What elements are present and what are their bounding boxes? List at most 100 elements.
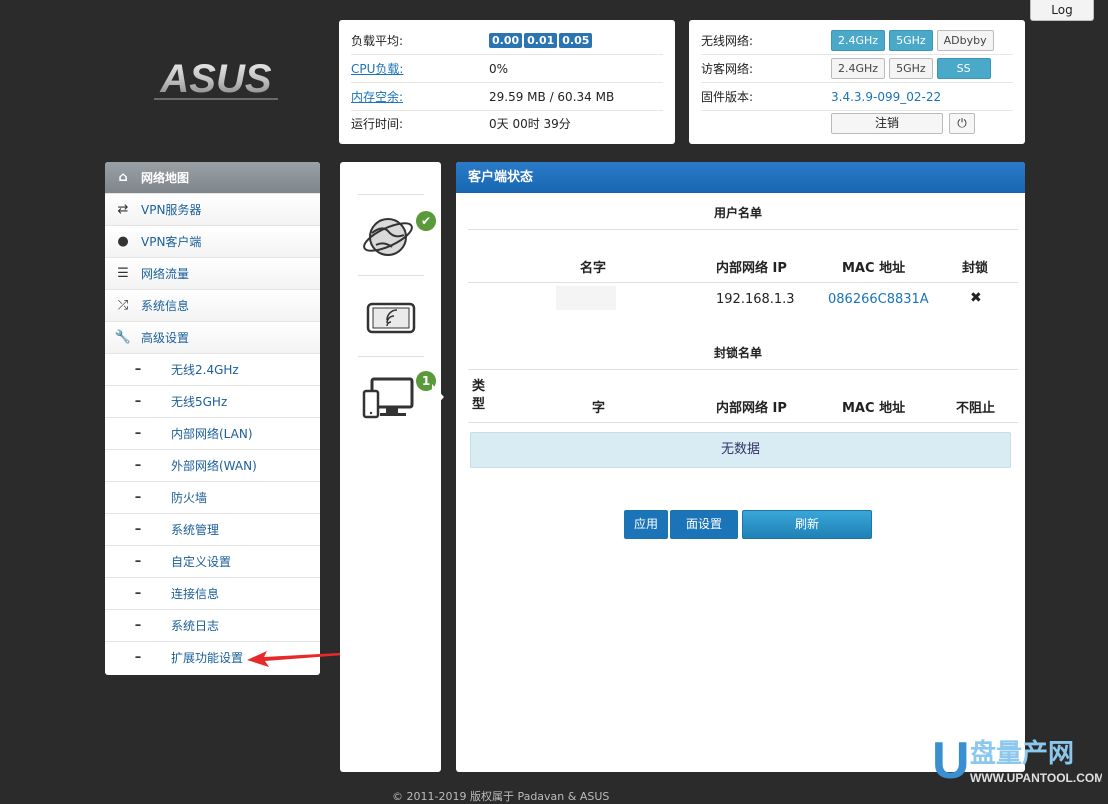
menu-item-system-info[interactable]: ⤮ 系统信息 <box>105 290 320 322</box>
block-client-icon[interactable]: ✖ <box>970 290 982 306</box>
load-row: 负载平均: 0.00 0.01 0.05 <box>351 27 663 55</box>
device-icon-column: ✔ 1 <box>340 162 444 772</box>
submenu-wireless-24[interactable]: – 无线2.4GHz <box>105 354 320 386</box>
menu-item-vpn-client[interactable]: ● VPN客户端 <box>105 226 320 258</box>
shuffle-icon: ⤮ <box>117 298 129 313</box>
panel-title: 客户端状态 <box>456 162 1025 193</box>
submenu-custom[interactable]: – 自定义设置 <box>105 546 320 578</box>
adbyby-button[interactable]: ADbyby <box>936 30 994 51</box>
log-button[interactable]: Log <box>1030 0 1094 21</box>
wireless-row: 无线网络: 2.4GHz 5GHz ADbyby <box>701 27 1013 55</box>
load-15: 0.05 <box>559 33 593 48</box>
guest-row: 访客网络: 2.4GHz 5GHz SS <box>701 55 1013 83</box>
menu-item-vpn-server[interactable]: ⇄ VPN服务器 <box>105 194 320 226</box>
mem-row: 内存空余: 29.59 MB / 60.34 MB <box>351 83 663 111</box>
uptime-value: 0天 00时 39分 <box>489 117 571 131</box>
col-ip: 内部网络 IP <box>716 261 787 276</box>
svg-text:U: U <box>932 732 970 790</box>
dash-icon: – <box>134 554 142 569</box>
load-label: 负载平均: <box>351 34 404 48</box>
col-unblock: 不阻止 <box>956 401 996 416</box>
svg-text:WWW.UPANTOOL.COM: WWW.UPANTOOL.COM <box>970 771 1102 785</box>
watermark-logo: U 盘量产网 WWW.UPANTOOL.COM <box>932 732 1102 790</box>
cpu-row: CPU负载: 0% <box>351 55 663 83</box>
client-ip: 192.168.1.3 <box>716 292 795 307</box>
col-word: 字 <box>592 401 606 416</box>
col-type: 类型 <box>472 379 486 412</box>
client-devices-icon <box>362 377 414 419</box>
network-panel: 无线网络: 2.4GHz 5GHz ADbyby 访客网络: 2.4GHz 5G… <box>689 20 1025 144</box>
dash-icon: – <box>134 618 142 633</box>
menu-item-traffic[interactable]: ☰ 网络流量 <box>105 258 320 290</box>
home-icon: ⌂ <box>118 170 128 185</box>
dash-icon: – <box>134 490 142 505</box>
blurred-client-name <box>556 286 616 310</box>
col-block-ip: 内部网络 IP <box>716 401 787 416</box>
globe-icon: ● <box>117 234 129 249</box>
uptime-label: 运行时间: <box>351 117 404 131</box>
power-icon[interactable]: ⏻ <box>949 113 975 134</box>
repeat-icon: ⇄ <box>117 202 129 217</box>
side-menu: ⌂ 网络地图 ⇄ VPN服务器 ● VPN客户端 ☰ 网络流量 ⤮ 系统信息 🔧… <box>105 162 320 675</box>
cpu-value: 0% <box>489 61 509 76</box>
ss-button[interactable]: SS <box>936 58 991 79</box>
apply-button[interactable]: 应用 <box>624 510 668 539</box>
guest-label: 访客网络: <box>701 62 754 76</box>
load-1: 0.00 <box>489 33 523 48</box>
firmware-row: 固件版本: 3.4.3.9-099_02-22 <box>701 83 1013 111</box>
firmware-link[interactable]: 3.4.3.9-099_02-22 <box>831 90 941 104</box>
firmware-label: 固件版本: <box>701 90 754 104</box>
svg-text:盘量产网: 盘量产网 <box>970 738 1074 769</box>
col-block-mac: MAC 地址 <box>842 401 906 416</box>
dash-icon: – <box>134 650 142 665</box>
submenu-firewall[interactable]: – 防火墙 <box>105 482 320 514</box>
submenu-wan[interactable]: – 外部网络(WAN) <box>105 450 320 482</box>
mem-link[interactable]: 内存空余: <box>351 88 489 105</box>
wireless-5ghz-button[interactable]: 5GHz <box>889 30 933 51</box>
page-settings-button[interactable]: 面设置 <box>670 510 738 539</box>
guest-5ghz-button[interactable]: 5GHz <box>889 58 933 79</box>
client-status-panel: 客户端状态 用户名单 名字 内部网络 IP MAC 地址 封锁 192.168.… <box>456 162 1025 772</box>
wireless-label: 无线网络: <box>701 34 754 48</box>
dash-icon: – <box>134 522 142 537</box>
clients-slot[interactable]: 1 <box>358 356 436 437</box>
mem-value: 29.59 MB / 60.34 MB <box>489 89 615 104</box>
connected-check-icon: ✔ <box>416 211 436 231</box>
block-list-title: 封锁名单 <box>714 346 763 360</box>
selected-pointer <box>432 384 444 410</box>
submenu-wireless-5[interactable]: – 无线5GHz <box>105 386 320 418</box>
menu-item-advanced[interactable]: 🔧 高级设置 <box>105 322 320 354</box>
refresh-button[interactable]: 刷新 <box>742 510 872 539</box>
guest-24ghz-button[interactable]: 2.4GHz <box>831 58 886 79</box>
logout-row: 注销 ⏻ <box>701 110 1013 137</box>
col-block: 封锁 <box>962 261 989 276</box>
internet-slot[interactable]: ✔ <box>358 194 436 275</box>
router-slot[interactable] <box>358 275 424 356</box>
submenu-syslog[interactable]: – 系统日志 <box>105 610 320 642</box>
client-mac-link[interactable]: 086266C8831A <box>828 292 929 307</box>
list-icon: ☰ <box>117 266 129 281</box>
asus-logo: ASUS <box>154 58 278 101</box>
uptime-row: 运行时间: 0天 00时 39分 <box>351 110 663 137</box>
wrench-icon: 🔧 <box>114 330 132 345</box>
logout-button[interactable]: 注销 <box>831 113 943 134</box>
menu-item-network-map[interactable]: ⌂ 网络地图 <box>105 162 320 194</box>
col-mac: MAC 地址 <box>842 261 906 276</box>
dash-icon: – <box>134 458 142 473</box>
status-panel: 负载平均: 0.00 0.01 0.05 CPU负载: 0% 内存空余: 29.59… <box>339 20 675 144</box>
cpu-link[interactable]: CPU负载: <box>351 60 489 77</box>
submenu-connections[interactable]: – 连接信息 <box>105 578 320 610</box>
load-5: 0.01 <box>524 33 558 48</box>
no-data-row: 无数据 <box>470 432 1011 468</box>
internet-globe-icon <box>363 218 413 256</box>
submenu-admin[interactable]: – 系统管理 <box>105 514 320 546</box>
logo-text: ASUS <box>159 58 271 101</box>
submenu-lan[interactable]: – 内部网络(LAN) <box>105 418 320 450</box>
dash-icon: – <box>134 394 142 409</box>
dash-icon: – <box>134 586 142 601</box>
wireless-24ghz-button[interactable]: 2.4GHz <box>831 30 886 51</box>
dash-icon: – <box>134 426 142 441</box>
tablet-wireless-icon <box>366 302 416 334</box>
col-name: 名字 <box>580 261 607 276</box>
copyright-footer: © 2011-2019 版权属于 Padavan & ASUS <box>392 790 610 803</box>
